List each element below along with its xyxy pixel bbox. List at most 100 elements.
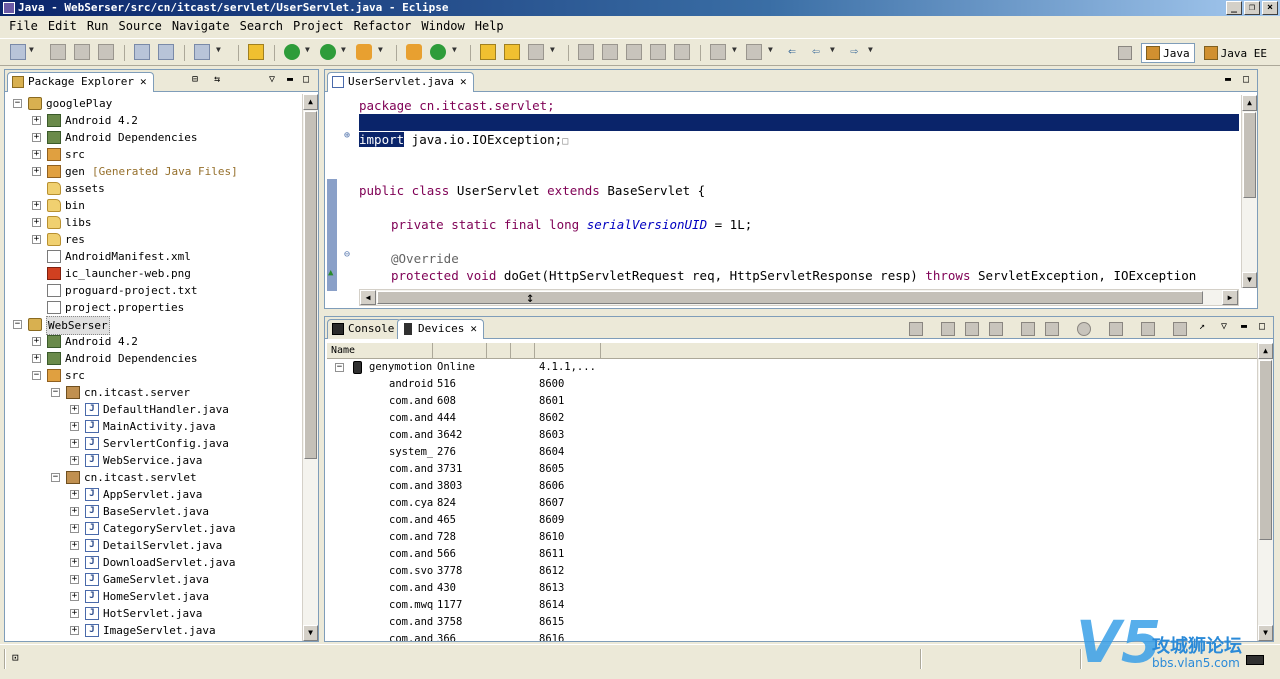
tree-item[interactable]: + Android Dependencies: [5, 350, 302, 367]
expand-icon[interactable]: +: [32, 201, 41, 210]
expand-icon[interactable]: +: [32, 167, 41, 176]
tab-console[interactable]: Console: [327, 319, 402, 339]
dump-view-hierarchy-icon[interactable]: [1173, 322, 1187, 336]
table-row[interactable]: − genymotion- Online 4.1.1,...: [327, 359, 1257, 376]
menu-edit[interactable]: Edit: [43, 19, 82, 33]
expand-icon[interactable]: +: [70, 422, 79, 431]
new-icon[interactable]: [10, 44, 26, 60]
tree-item[interactable]: assets: [5, 180, 302, 197]
expand-icon[interactable]: +: [70, 626, 79, 635]
expand-icon[interactable]: +: [32, 235, 41, 244]
scroll-down-icon[interactable]: ▼: [303, 625, 318, 641]
collapse-fold-icon[interactable]: ⊖: [344, 249, 350, 260]
paragraph-icon[interactable]: [674, 44, 690, 60]
tree-item[interactable]: + libs: [5, 214, 302, 231]
expand-icon[interactable]: +: [70, 405, 79, 414]
collapse-icon[interactable]: −: [32, 371, 41, 380]
new-package-icon[interactable]: [406, 44, 422, 60]
tree-item[interactable]: + res: [5, 231, 302, 248]
expand-icon[interactable]: +: [70, 490, 79, 499]
column-name[interactable]: Name: [327, 343, 433, 359]
table-row[interactable]: com.andr 728 8610: [327, 529, 1257, 546]
tree-item[interactable]: + Android 4.2: [5, 333, 302, 350]
minimize-button[interactable]: _: [1226, 1, 1242, 15]
close-icon[interactable]: ✕: [140, 75, 147, 88]
tree-item[interactable]: + J CategoryServlet.java: [5, 520, 302, 537]
table-row[interactable]: com.andr 3803 8606: [327, 478, 1257, 495]
table-row[interactable]: com.andr 430 8613: [327, 580, 1257, 597]
expand-icon[interactable]: +: [70, 524, 79, 533]
tree-item[interactable]: + J HotServlet.java: [5, 605, 302, 622]
tree-item[interactable]: + gen [Generated Java Files]: [5, 163, 302, 180]
menu-refactor[interactable]: Refactor: [349, 19, 417, 33]
table-row[interactable]: com.cyan 824 8607: [327, 495, 1257, 512]
open-folder-icon[interactable]: [504, 44, 520, 60]
tree-item[interactable]: + src: [5, 146, 302, 163]
tree-item[interactable]: + Android Dependencies: [5, 129, 302, 146]
tree-item[interactable]: + J HomeServlet.java: [5, 588, 302, 605]
open-perspective-button[interactable]: [1113, 43, 1137, 63]
cause-gc-icon[interactable]: [989, 322, 1003, 336]
pen-icon[interactable]: [602, 44, 618, 60]
menu-navigate[interactable]: Navigate: [167, 19, 235, 33]
open-type-icon[interactable]: [480, 44, 496, 60]
prev-annotation-icon[interactable]: [746, 44, 762, 60]
new-java-icon[interactable]: [248, 44, 264, 60]
minimize-view-icon[interactable]: ▬: [1221, 74, 1235, 88]
table-row[interactable]: com.andr 444 8602: [327, 410, 1257, 427]
screen-capture-icon[interactable]: [1109, 322, 1123, 336]
collapse-icon[interactable]: −: [51, 388, 60, 397]
scroll-right-icon[interactable]: ▶: [1222, 290, 1238, 305]
expand-icon[interactable]: +: [70, 541, 79, 550]
debug-icon[interactable]: [284, 44, 300, 60]
systrace-icon[interactable]: [1141, 322, 1155, 336]
tree-item[interactable]: proguard-project.txt: [5, 282, 302, 299]
scroll-thumb[interactable]: [304, 111, 317, 459]
close-icon[interactable]: ✕: [460, 75, 467, 88]
collapse-icon[interactable]: −: [13, 99, 22, 108]
tree-item[interactable]: + J AppServlet.java: [5, 486, 302, 503]
run-icon[interactable]: [320, 44, 336, 60]
save-icon[interactable]: [50, 44, 66, 60]
block-selection-icon[interactable]: [626, 44, 642, 60]
stop-process-icon[interactable]: [1077, 322, 1091, 336]
collapse-icon[interactable]: −: [51, 473, 60, 482]
tree-item[interactable]: + J WebService.java: [5, 452, 302, 469]
table-row[interactable]: com.svox 3778 8612: [327, 563, 1257, 580]
expand-icon[interactable]: +: [70, 592, 79, 601]
scroll-up-icon[interactable]: ▲: [1258, 343, 1273, 359]
view-menu-icon[interactable]: ▽: [1217, 321, 1231, 335]
tree-item[interactable]: + J GameServlet.java: [5, 571, 302, 588]
collapse-icon[interactable]: −: [335, 363, 344, 372]
expand-fold-icon[interactable]: ⊕: [344, 130, 350, 141]
tree-item[interactable]: + J ServlertConfig.java: [5, 435, 302, 452]
expand-icon[interactable]: +: [70, 439, 79, 448]
tree-item[interactable]: + J ImageServlet.java: [5, 622, 302, 639]
menu-search[interactable]: Search: [235, 19, 288, 33]
table-row[interactable]: com.andr 3642 8603: [327, 427, 1257, 444]
tree-item[interactable]: − src: [5, 367, 302, 384]
column-4[interactable]: [511, 343, 535, 359]
tab-devices[interactable]: Devices ✕: [397, 319, 484, 339]
menu-file[interactable]: File: [4, 19, 43, 33]
maximize-view-icon[interactable]: □: [1239, 74, 1253, 88]
expand-icon[interactable]: +: [70, 558, 79, 567]
tree-item[interactable]: + J DetailServlet.java: [5, 537, 302, 554]
show-whitespace-icon[interactable]: [650, 44, 666, 60]
checkbox-icon[interactable]: [194, 44, 210, 60]
editor-hscrollbar[interactable]: ◀ ▶: [359, 289, 1239, 306]
menu-window[interactable]: Window: [416, 19, 469, 33]
maximize-view-icon[interactable]: □: [299, 74, 313, 88]
minimize-view-icon[interactable]: ▬: [1237, 321, 1251, 335]
tree-item[interactable]: + J DownloadServlet.java: [5, 554, 302, 571]
new-dropdown-icon[interactable]: ▼: [29, 45, 34, 54]
close-window-button[interactable]: ×: [1262, 1, 1278, 15]
tree-item[interactable]: + J DefaultHandler.java: [5, 401, 302, 418]
expand-icon[interactable]: +: [70, 456, 79, 465]
tree-item[interactable]: − cn.itcast.server: [5, 384, 302, 401]
column-5[interactable]: [535, 343, 601, 359]
menu-project[interactable]: Project: [288, 19, 349, 33]
scroll-up-icon[interactable]: ▲: [303, 94, 318, 110]
expand-icon[interactable]: +: [32, 116, 41, 125]
avd-manager-icon[interactable]: [158, 44, 174, 60]
